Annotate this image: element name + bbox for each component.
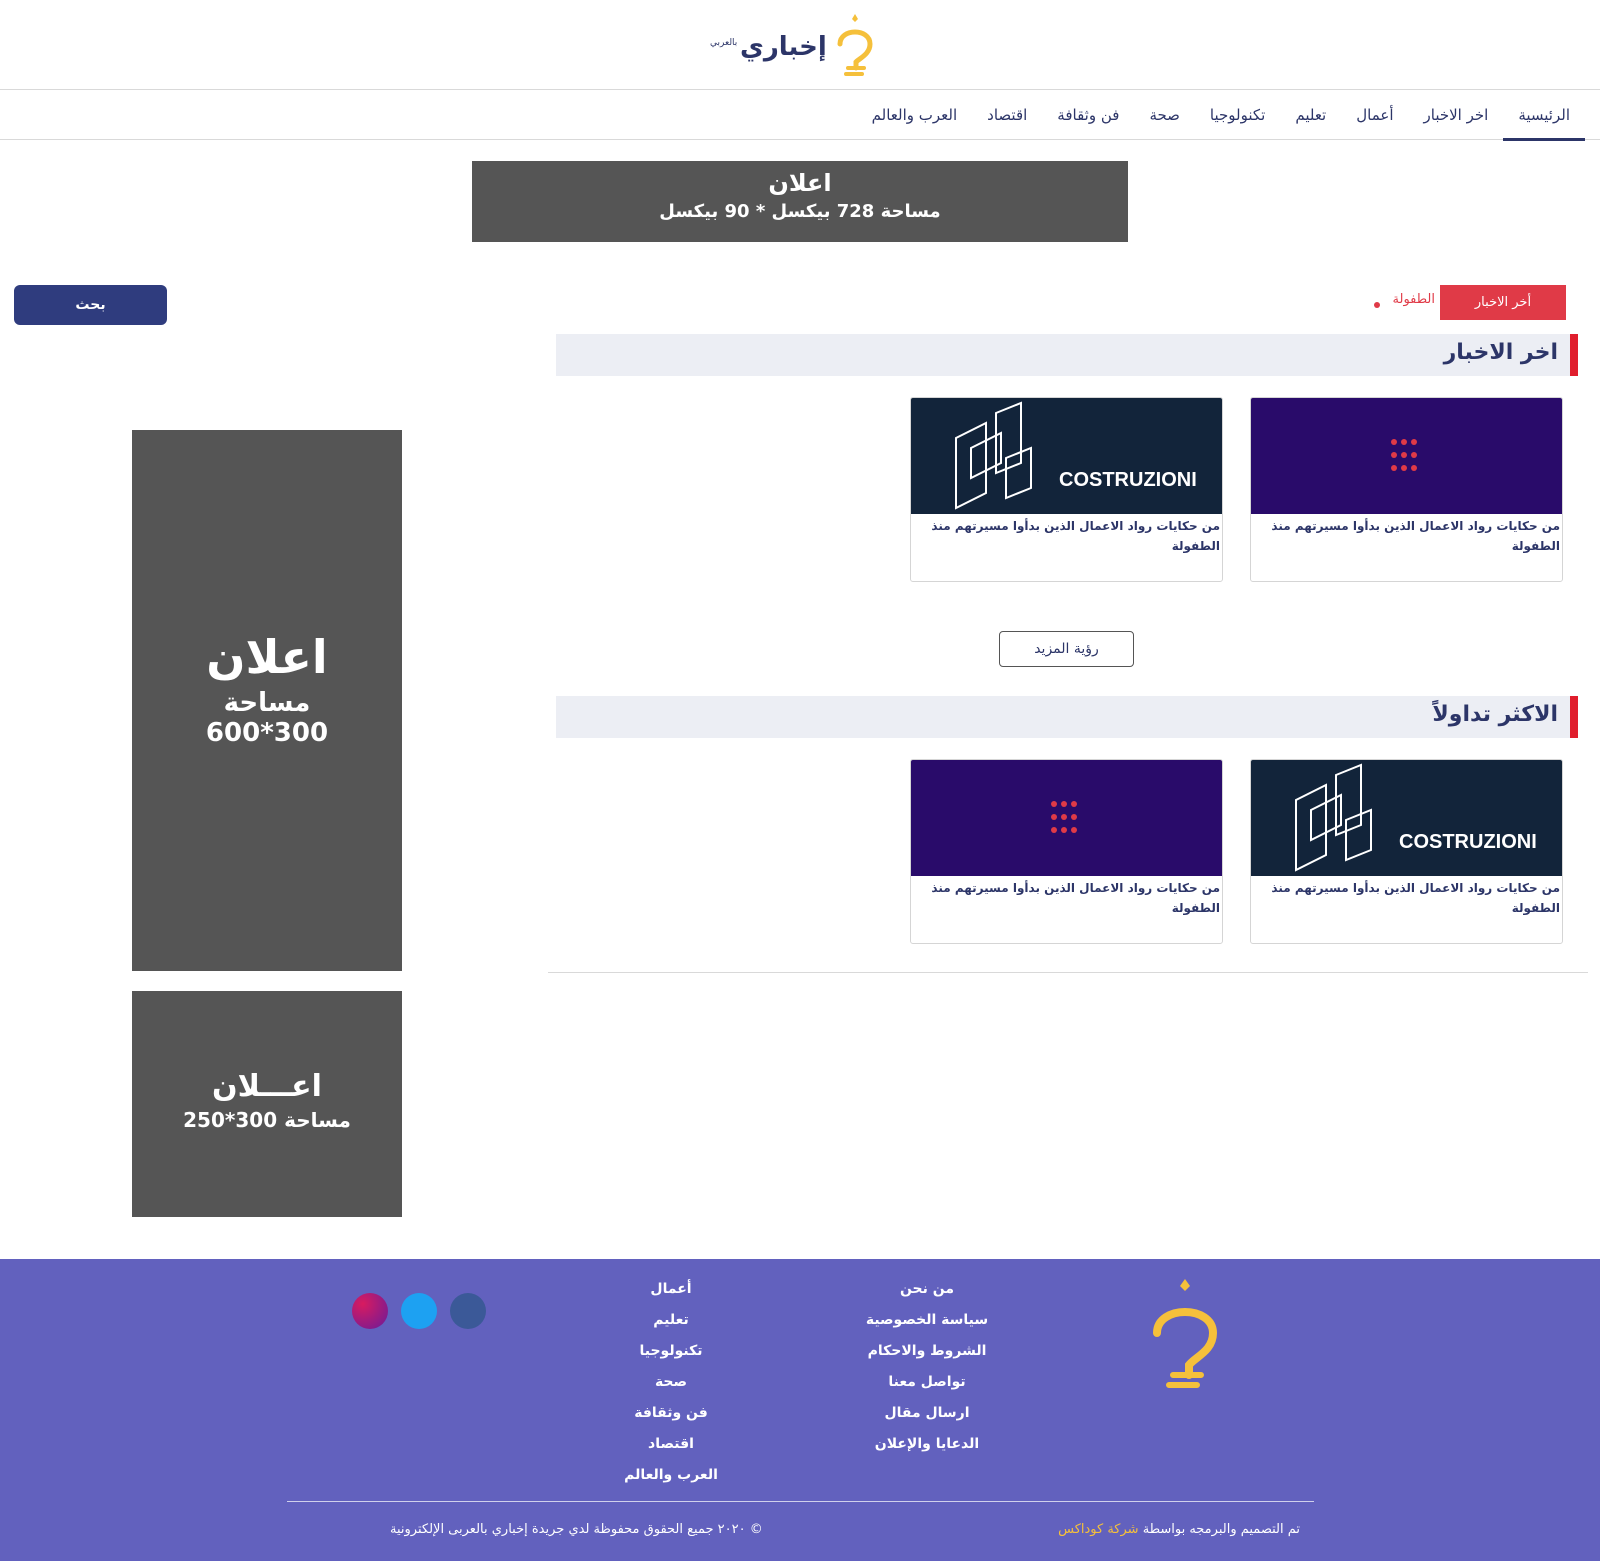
ad-banner-top[interactable]: اعلان مساحة 728 بيكسل * 90 بيكسل xyxy=(472,161,1128,242)
nav-item-home[interactable]: الرئيسية xyxy=(1503,90,1585,141)
search-button[interactable]: بحث xyxy=(14,285,167,325)
costruzioni-logo-icon: COSTRUZIONI xyxy=(955,401,1197,510)
twitter-icon[interactable] xyxy=(401,1293,437,1329)
news-card-title: من حكايات رواد الاعمال الذين بدأوا مسيرت… xyxy=(931,881,1220,915)
footer-link-advertising[interactable]: الدعايا والإعلان xyxy=(850,1434,1004,1465)
ad-tall-title: اعلان xyxy=(206,630,328,684)
see-more-button[interactable]: رؤية المزيد xyxy=(999,631,1134,667)
footer-link-education[interactable]: تعليم xyxy=(600,1310,742,1341)
instagram-icon[interactable] xyxy=(352,1293,388,1329)
section-header-latest: اخر الاخبار xyxy=(556,334,1578,376)
news-card-image xyxy=(1251,398,1562,514)
footer-link-contact[interactable]: تواصل معنا xyxy=(850,1372,1004,1403)
nav-item-latest-news[interactable]: اخر الاخبار xyxy=(1409,90,1504,140)
footer-credit-company-link[interactable]: شركة كوداكس xyxy=(1058,1522,1138,1537)
footer-link-art-culture[interactable]: فن وثقافة xyxy=(600,1403,742,1434)
news-card[interactable]: من حكايات رواد الاعمال الذين بدأوا مسيرت… xyxy=(910,759,1223,944)
site-header: إخباري بالعربي xyxy=(0,0,1600,90)
footer-links-about: من نحن سياسة الخصوصية الشروط والاحكام تو… xyxy=(850,1279,1004,1465)
nav-item-technology[interactable]: تكنولوجيا xyxy=(1195,90,1280,140)
footer-credit-text: تم التصميم والبرمجه بواسطة xyxy=(1142,1522,1300,1537)
footer-credit: تم التصميم والبرمجه بواسطة شركة كوداكس xyxy=(1058,1522,1300,1537)
main-nav: الرئيسية اخر الاخبار أعمال تعليم تكنولوج… xyxy=(0,90,1600,141)
section-title-trending: الاكثر تداولاً xyxy=(1432,702,1558,727)
news-card[interactable]: COSTRUZIONI من حكايات رواد الاعمال الذين… xyxy=(910,397,1223,582)
footer-link-economy[interactable]: اقتصاد xyxy=(600,1434,742,1465)
ad-sidebar-tall[interactable]: اعلان مساحة 600*300 xyxy=(132,430,402,971)
news-card-image xyxy=(911,760,1222,876)
footer-lightbulb-logo-icon xyxy=(1153,1279,1218,1388)
content-divider xyxy=(548,972,1588,973)
ad-tall-line2: مساحة xyxy=(223,688,311,718)
footer-link-submit-article[interactable]: ارسال مقال xyxy=(850,1403,1004,1434)
ad-top-title: اعلان xyxy=(768,169,832,197)
footer-link-privacy[interactable]: سياسة الخصوصية xyxy=(850,1310,1004,1341)
site-footer: من نحن سياسة الخصوصية الشروط والاحكام تو… xyxy=(0,1259,1600,1561)
lightbulb-logo-icon xyxy=(837,14,873,76)
logo-subtext: بالعربي xyxy=(710,38,738,48)
footer-link-arab-world[interactable]: العرب والعالم xyxy=(600,1465,742,1496)
news-card-title: من حكايات رواد الاعمال الذين بدأوا مسيرت… xyxy=(1271,519,1560,553)
news-ticker-label: أخر الاخبار xyxy=(1440,285,1566,320)
ad-med-title: اعـــلان xyxy=(212,1069,322,1104)
footer-link-business[interactable]: أعمال xyxy=(600,1279,742,1310)
nav-item-art-culture[interactable]: فن وثقافة xyxy=(1042,90,1134,140)
section-title-latest: اخر الاخبار xyxy=(1443,340,1558,365)
footer-link-technology[interactable]: تكنولوجيا xyxy=(600,1341,742,1372)
news-card-image: COSTRUZIONI xyxy=(911,398,1222,514)
nav-item-economy[interactable]: اقتصاد xyxy=(972,90,1042,140)
footer-copyright: © ٢٠٢٠ جميع الحقوق محفوظة لدي جريدة إخبا… xyxy=(390,1522,763,1537)
footer-link-health[interactable]: صحة xyxy=(600,1372,742,1403)
footer-links-categories: أعمال تعليم تكنولوجيا صحة فن وثقافة اقتص… xyxy=(600,1279,742,1496)
ad-tall-line3: 600*300 xyxy=(205,718,329,748)
news-card[interactable]: COSTRUZIONI من حكايات رواد الاعمال الذين… xyxy=(1250,759,1563,944)
ad-med-line2: مساحة 300*250 xyxy=(183,1108,351,1132)
costruzioni-logo-icon: COSTRUZIONI xyxy=(1295,763,1537,872)
footer-divider xyxy=(287,1501,1314,1502)
svg-text:COSTRUZIONI: COSTRUZIONI xyxy=(1399,831,1537,853)
facebook-icon[interactable] xyxy=(450,1293,486,1329)
ad-sidebar-medium[interactable]: اعـــلان مساحة 300*250 xyxy=(132,991,402,1217)
ad-top-size: مساحة 728 بيكسل * 90 بيكسل xyxy=(659,201,941,222)
nav-item-education[interactable]: تعليم xyxy=(1280,90,1341,140)
logo-text: إخباري xyxy=(740,32,827,62)
news-card-image: COSTRUZIONI xyxy=(1251,760,1562,876)
dots-logo-icon xyxy=(1051,801,1077,833)
section-header-trending: الاكثر تداولاً xyxy=(556,696,1578,738)
news-card-title: من حكايات رواد الاعمال الذين بدأوا مسيرت… xyxy=(1271,881,1560,915)
ticker-bullet-icon xyxy=(1374,302,1380,308)
site-logo[interactable]: إخباري بالعربي xyxy=(710,10,880,80)
dots-logo-icon xyxy=(1391,439,1417,471)
svg-text:COSTRUZIONI: COSTRUZIONI xyxy=(1059,469,1197,491)
footer-link-terms[interactable]: الشروط والاحكام xyxy=(850,1341,1004,1372)
news-card[interactable]: من حكايات رواد الاعمال الذين بدأوا مسيرت… xyxy=(1250,397,1563,582)
nav-item-business[interactable]: أعمال xyxy=(1341,90,1408,140)
nav-item-arab-world[interactable]: العرب والعالم xyxy=(857,90,972,140)
nav-item-health[interactable]: صحة xyxy=(1134,90,1194,140)
news-card-title: من حكايات رواد الاعمال الذين بدأوا مسيرت… xyxy=(931,519,1220,553)
footer-link-about-us[interactable]: من نحن xyxy=(850,1279,1004,1310)
